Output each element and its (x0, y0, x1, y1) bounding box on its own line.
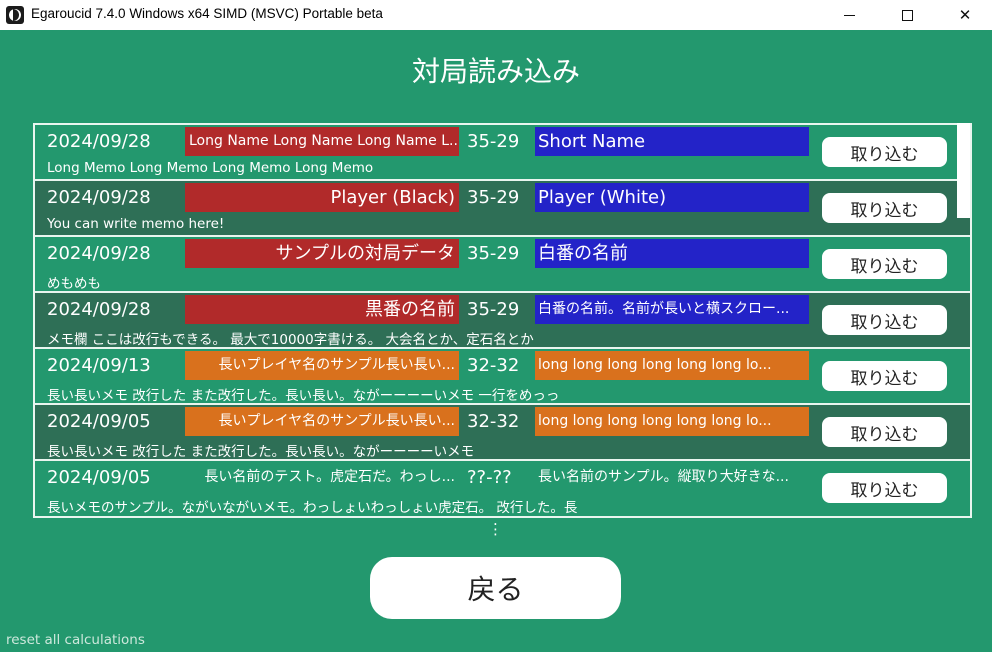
white-player-name: 白番の名前。名前が長いと横スクロー... (535, 295, 809, 324)
black-player-name: サンプルの対局データ (185, 239, 459, 268)
game-date: 2024/09/28 (47, 131, 151, 152)
reset-calculations-link[interactable]: reset all calculations (6, 632, 145, 648)
game-date: 2024/09/13 (47, 355, 151, 376)
black-player-name: Long Name Long Name Long Name L... (185, 127, 459, 156)
game-date: 2024/09/28 (47, 243, 151, 264)
game-row: 2024/09/28 Long Name Long Name Long Name… (35, 125, 970, 181)
maximize-icon (901, 9, 913, 21)
white-player-name: long long long long long long lo... (535, 351, 809, 380)
minimize-icon (843, 14, 855, 16)
game-score: 35-29 (467, 243, 520, 264)
white-player-name: Player (White) (535, 183, 809, 212)
black-player-name: Player (Black) (185, 183, 459, 212)
game-row: 2024/09/28 サンプルの対局データ 35-29 白番の名前 めもめも 取… (35, 237, 970, 293)
game-score: 32-32 (467, 411, 520, 432)
import-button[interactable]: 取り込む (822, 193, 947, 223)
game-score: 35-29 (467, 299, 520, 320)
maximize-button[interactable] (884, 0, 930, 30)
window-titlebar: Egaroucid 7.4.0 Windows x64 SIMD (MSVC) … (0, 0, 992, 30)
import-button[interactable]: 取り込む (822, 473, 947, 503)
app-icon (6, 6, 24, 24)
import-button[interactable]: 取り込む (822, 361, 947, 391)
page-title: 対局読み込み (411, 55, 580, 88)
game-date: 2024/09/28 (47, 187, 151, 208)
game-date: 2024/09/28 (47, 299, 151, 320)
black-player-name: 長いプレイヤ名のサンプル長い長い... (185, 351, 459, 380)
game-list[interactable]: 2024/09/28 Long Name Long Name Long Name… (33, 123, 972, 518)
game-date: 2024/09/05 (47, 411, 151, 432)
white-player-name: Short Name (535, 127, 809, 156)
game-memo: Long Memo Long Memo Long Memo Long Memo (47, 160, 374, 176)
black-player-name: 長いプレイヤ名のサンプル長い長い... (185, 407, 459, 436)
more-items-icon: ⋮ (488, 520, 503, 538)
game-row: 2024/09/28 黒番の名前 35-29 白番の名前。名前が長いと横スクロー… (35, 293, 970, 349)
game-score: 35-29 (467, 131, 520, 152)
white-player-name: 長い名前のサンプル。縦取り大好きな... (538, 469, 789, 485)
game-score: 32-32 (467, 355, 520, 376)
game-row: 2024/09/28 Player (Black) 35-29 Player (… (35, 181, 970, 237)
import-button[interactable]: 取り込む (822, 249, 947, 279)
black-player-name: 長い名前のテスト。虎定石だ。わっし... (204, 469, 455, 485)
white-player-name: 白番の名前 (535, 239, 809, 268)
game-memo: 長い長いメモ 改行した また改行した。長い長い。ながーーーーいメモ 一行をめっっ (47, 388, 560, 404)
game-memo: メモ欄 ここは改行もできる。 最大で10000字書ける。 大会名とか、定石名とか (47, 332, 534, 348)
minimize-button[interactable] (826, 0, 872, 30)
game-row: 2024/09/05 長いプレイヤ名のサンプル長い長い... 32-32 lon… (35, 405, 970, 461)
window-title: Egaroucid 7.4.0 Windows x64 SIMD (MSVC) … (31, 6, 383, 21)
white-player-name: long long long long long long lo... (535, 407, 809, 436)
close-button[interactable]: ✕ (942, 0, 988, 30)
list-scrollbar[interactable] (957, 123, 970, 218)
game-memo: めもめも (47, 276, 101, 292)
game-memo: 長い長いメモ 改行した また改行した。長い長い。ながーーーーいメモ (47, 444, 475, 460)
game-score: 35-29 (467, 187, 520, 208)
import-button[interactable]: 取り込む (822, 417, 947, 447)
game-row: 2024/09/05 長い名前のテスト。虎定石だ。わっし... ??-?? 長い… (35, 461, 970, 516)
game-row: 2024/09/13 長いプレイヤ名のサンプル長い長い... 32-32 lon… (35, 349, 970, 405)
back-button[interactable]: 戻る (370, 557, 621, 619)
import-button[interactable]: 取り込む (822, 305, 947, 335)
close-icon: ✕ (958, 6, 972, 24)
game-date: 2024/09/05 (47, 467, 151, 488)
black-player-name: 黒番の名前 (185, 295, 459, 324)
game-memo: 長いメモのサンプル。ながいながいメモ。わっしょいわっしょい虎定石。 改行した。長 (47, 500, 578, 516)
import-button[interactable]: 取り込む (822, 137, 947, 167)
game-score: ??-?? (467, 467, 512, 488)
game-memo: You can write memo here! (47, 216, 225, 232)
